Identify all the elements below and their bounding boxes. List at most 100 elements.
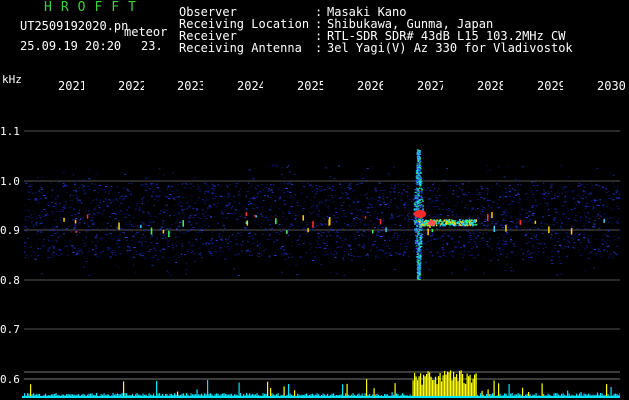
noise-pixel (461, 201, 463, 203)
noise-pixel (318, 201, 321, 203)
noise-pixel (588, 221, 590, 223)
echo-pixel (418, 187, 421, 189)
noise-pixel (141, 254, 144, 256)
noise-pixel (169, 236, 172, 238)
noise-pixel (354, 231, 357, 233)
noise-pixel (249, 202, 252, 204)
noise-pixel (410, 184, 413, 186)
noise-pixel (156, 238, 158, 240)
noise-pixel (510, 217, 513, 219)
noise-pixel (99, 231, 101, 233)
noise-pixel (564, 245, 567, 247)
noise-pixel (110, 188, 112, 190)
noise-pixel (157, 258, 159, 260)
noise-pixel (128, 244, 130, 246)
noise-pixel (115, 191, 117, 193)
noise-pixel (97, 192, 99, 194)
noise-pixel (173, 255, 175, 257)
noise-pixel (207, 207, 209, 209)
noise-pixel (469, 239, 471, 241)
echo-pixel (421, 189, 423, 191)
noise-spike (427, 228, 429, 236)
noise-pixel (125, 222, 127, 224)
noise-pixel (288, 212, 291, 214)
noise-pixel (317, 243, 320, 245)
echo-pixel (416, 191, 418, 193)
noise-pixel (608, 255, 611, 257)
noise-pixel (235, 183, 238, 184)
noise-pixel (334, 232, 336, 234)
noise-pixel (116, 242, 118, 244)
noise-pixel (584, 207, 587, 209)
noise-pixel (515, 255, 517, 256)
noise-pixel (103, 200, 105, 202)
power-bar (426, 374, 428, 397)
noise-pixel (74, 189, 77, 191)
noise-pixel (65, 201, 67, 203)
noise-pixel (396, 207, 399, 209)
noise-pixel (532, 246, 535, 248)
noise-pixel (151, 222, 153, 224)
noise-pixel (309, 243, 312, 245)
noise-pixel (311, 191, 314, 193)
noise-pixel (364, 194, 366, 196)
noise-pixel (235, 238, 238, 240)
noise-pixel (350, 225, 352, 227)
noise-pixel (269, 228, 272, 230)
noise-pixel (95, 247, 98, 249)
noise-pixel (452, 190, 455, 192)
noise-pixel (469, 200, 472, 202)
noise-pixel (239, 215, 242, 217)
noise-pixel (66, 192, 68, 194)
noise-pixel (346, 229, 349, 231)
noise-pixel (119, 253, 122, 255)
echo-pixel (418, 170, 421, 172)
noise-pixel (282, 216, 284, 218)
noise-pixel (187, 229, 190, 231)
noise-pixel (353, 217, 355, 219)
noise-pixel (532, 196, 534, 198)
noise-pixel (529, 218, 531, 220)
noise-pixel (613, 193, 616, 195)
noise-pixel (376, 233, 379, 235)
noise-pixel (437, 194, 440, 196)
noise-pixel (183, 208, 186, 210)
noise-pixel (197, 183, 199, 185)
noise-pixel (518, 229, 520, 231)
noise-pixel (396, 252, 398, 254)
noise-pixel (44, 214, 47, 216)
noise-pixel (484, 219, 487, 221)
noise-pixel (382, 198, 385, 200)
noise-pixel (231, 213, 234, 214)
noise-pixel (255, 196, 259, 198)
noise-pixel (199, 231, 201, 233)
echo-pixel (417, 232, 419, 235)
noise-pixel (332, 201, 334, 203)
noise-pixel (585, 196, 587, 198)
noise-pixel (142, 223, 145, 225)
noise-pixel (162, 256, 164, 258)
echo-pixel (415, 195, 418, 197)
noise-spike (168, 230, 170, 237)
noise-pixel (488, 205, 490, 207)
noise-pixel (362, 211, 365, 213)
noise-pixel (246, 226, 249, 228)
noise-pixel (347, 224, 350, 226)
noise-pixel (324, 254, 327, 256)
echo-pixel (420, 198, 422, 200)
noise-pixel (55, 226, 58, 228)
noise-pixel (600, 256, 603, 258)
noise-pixel (594, 217, 596, 219)
noise-pixel (384, 204, 387, 205)
noise-pixel (342, 259, 345, 261)
noise-pixel (211, 242, 214, 244)
echo-pixel (418, 249, 420, 251)
noise-pixel (443, 233, 446, 235)
noise-pixel (280, 248, 282, 250)
noise-pixel (400, 199, 403, 201)
noise-pixel (81, 219, 84, 221)
noise-pixel (403, 207, 406, 209)
noise-pixel (382, 220, 384, 222)
noise-pixel (513, 270, 515, 272)
noise-pixel (259, 243, 261, 245)
